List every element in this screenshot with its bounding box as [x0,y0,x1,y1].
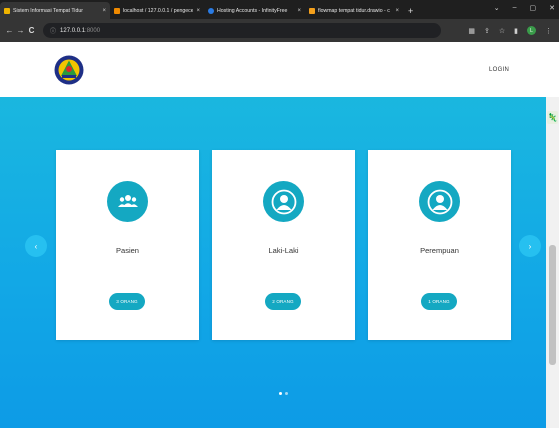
tab-close-icon[interactable]: × [395,8,399,14]
icon-circle [419,181,460,222]
tab-hosting-accounts[interactable]: Hosting Accounts - InfinityFree × [204,2,305,19]
browser-tab-strip: Sistem Informasi Tempat Tidur × localhos… [0,0,559,19]
count-button[interactable]: 1 ORANG [421,293,457,310]
card-label: Perempuan [420,246,459,255]
carousel-dot[interactable] [279,392,282,395]
card-perempuan: Perempuan 1 ORANG [368,150,511,340]
address-bar[interactable]: ⓘ 127.0.0.1:8000 [43,23,441,38]
carousel-prev-button[interactable]: ‹ [25,235,47,257]
extension-icon[interactable]: 🦎 [547,111,558,124]
icon-circle [107,181,148,222]
tab-title: Sistem Informasi Tempat Tidur [13,7,83,14]
carousel-indicators [279,392,288,395]
toolbar-actions: ▦ ⇪ ☆ ▮ L ⋮ [468,26,555,35]
tab-title: localhost / 127.0.0.1 / pengecekt [123,7,194,14]
share-icon[interactable]: ⇪ [484,27,490,35]
carousel-next-button[interactable]: › [519,235,541,257]
back-arrow-icon[interactable]: ← [4,26,15,35]
tab-favicon-icon [4,7,10,14]
tab-title: Hosting Accounts - InfinityFree [217,7,288,14]
reload-icon[interactable]: C [26,26,37,35]
tab-favicon-icon [114,7,120,14]
bookmark-star-icon[interactable]: ☆ [499,27,505,35]
card-label: Laki-Laki [268,246,299,255]
tab-favicon-icon [309,7,315,14]
count-button[interactable]: 3 ORANG [109,293,145,310]
site-info-icon[interactable]: ⓘ [50,26,56,35]
chevron-left-icon: ‹ [34,241,38,251]
close-window-icon[interactable]: ✕ [549,4,555,12]
login-link[interactable]: LOGIN [489,67,509,73]
site-header: LOGIN [0,42,559,97]
card-pasien: Pasien 3 ORANG [56,150,199,340]
users-icon [117,194,138,207]
tab-localhost-phpmyadmin[interactable]: localhost / 127.0.0.1 / pengecekt × [110,2,204,19]
forward-arrow-icon[interactable]: → [15,26,26,35]
browser-menu-icon[interactable]: ⋮ [545,27,552,35]
tab-title: flowmap tempat tidur.drawio - c [318,7,390,14]
tab-close-icon[interactable]: × [196,8,200,14]
card-laki-laki: Laki-Laki 2 ORANG [212,150,355,340]
tab-search-icon[interactable]: ⌄ [494,4,500,12]
tab-flowmap-drawio[interactable]: flowmap tempat tidur.drawio - c × [305,2,403,19]
browser-toolbar: ← → C ⓘ 127.0.0.1:8000 ▦ ⇪ ☆ ▮ L ⋮ [0,19,559,42]
carousel-dot[interactable] [285,392,288,395]
window-controls: ⌄ – ▢ ✕ [494,4,555,12]
translate-icon[interactable]: ▦ [468,27,475,35]
tab-close-icon[interactable]: × [102,8,106,14]
maximize-icon[interactable]: ▢ [530,4,537,12]
user-icon [427,189,452,214]
hospital-logo[interactable] [54,55,84,85]
icon-circle [263,181,304,222]
tab-favicon-icon [208,7,214,14]
chevron-right-icon: › [528,241,532,251]
user-icon [271,189,296,214]
card-label: Pasien [116,246,139,255]
count-button[interactable]: 2 ORANG [265,293,301,310]
profile-avatar[interactable]: L [527,26,536,35]
minimize-icon[interactable]: – [513,4,517,12]
new-tab-button[interactable]: + [403,2,418,19]
tab-close-icon[interactable]: × [297,8,301,14]
tab-sistem-informasi[interactable]: Sistem Informasi Tempat Tidur × [0,2,110,19]
sidepanel-icon[interactable]: ▮ [514,27,518,35]
url-port: :8000 [85,27,101,34]
url-host: 127.0.0.1 [60,27,86,34]
scrollbar-thumb[interactable] [549,245,556,365]
